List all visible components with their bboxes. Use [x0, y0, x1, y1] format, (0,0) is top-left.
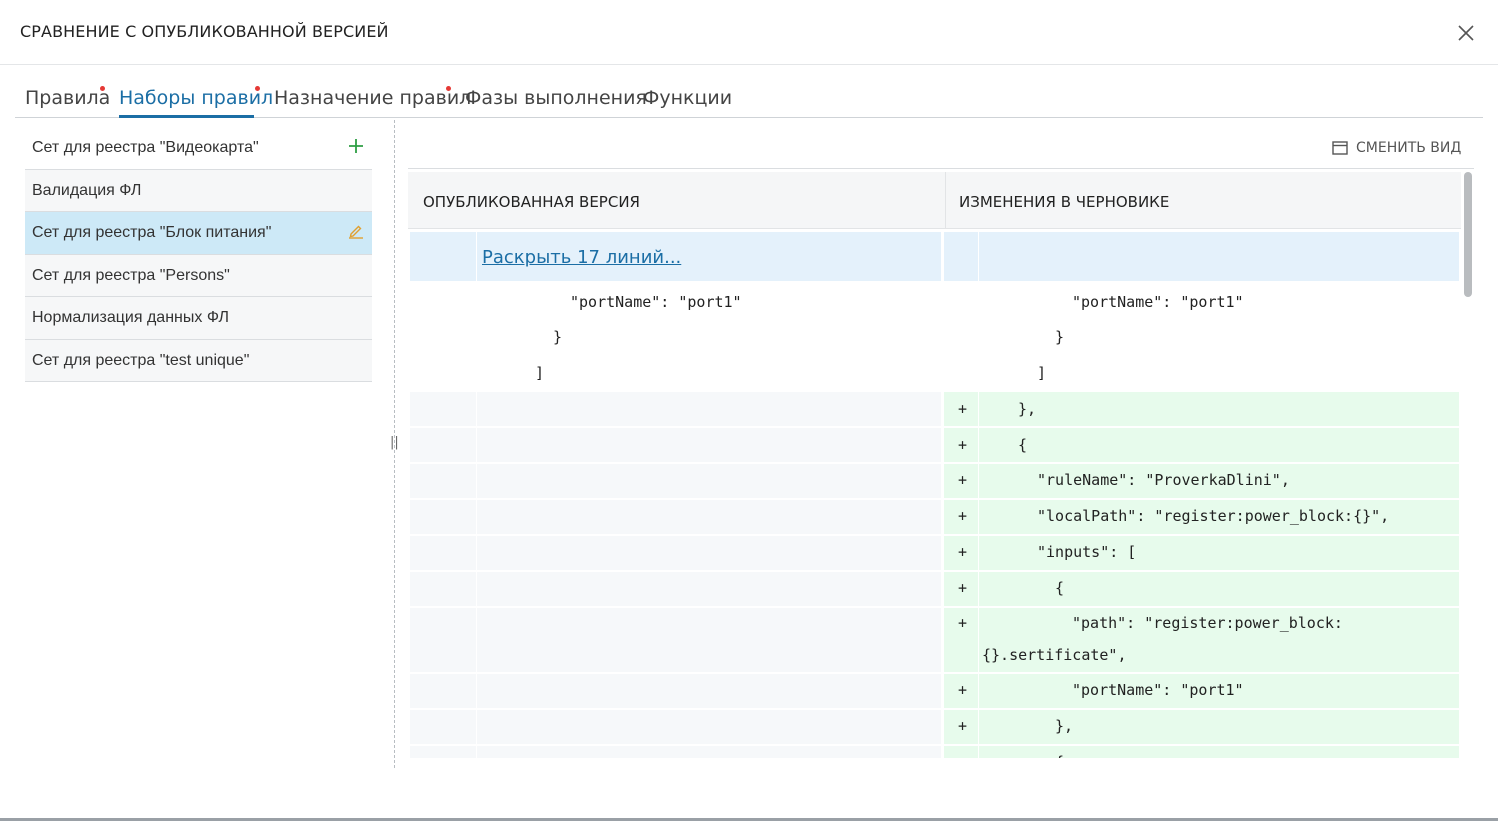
added-line-row: {: [410, 746, 1459, 758]
rule-set-item[interactable]: Сет для реестра "Видеокарта": [25, 127, 372, 170]
line-number-cell: [944, 232, 978, 281]
diff-row: "portName": "port1" "portName": "port1": [410, 284, 1459, 320]
added-line-row: + "portName": "port1": [410, 674, 1459, 708]
published-code: ]: [535, 364, 545, 382]
draft-code: ]: [1037, 364, 1047, 382]
draft-code: }: [1055, 328, 1065, 346]
published-code: "portName": "port1": [570, 293, 742, 311]
rule-set-item[interactable]: Нормализация данных ФЛ: [25, 297, 372, 340]
diff-view: ОПУБЛИКОВАННАЯ ВЕРСИЯ ИЗМЕНЕНИЯ В ЧЕРНОВ…: [408, 168, 1474, 758]
added-line-row: + },: [410, 710, 1459, 744]
rule-set-label: Сет для реестра "Persons": [32, 266, 230, 284]
added-marker: +: [958, 400, 968, 418]
added-line-row: + },: [410, 392, 1459, 426]
dialog-title: СРАВНЕНИЕ С ОПУБЛИКОВАННОЙ ВЕРСИЕЙ: [20, 22, 389, 41]
tab-functions[interactable]: Функции: [643, 87, 732, 109]
tab-bar: Правила Наборы правил Назначение правил …: [15, 65, 1483, 118]
rule-set-item[interactable]: Сет для реестра "test unique": [25, 339, 372, 382]
draft-code: },: [1018, 400, 1037, 418]
rule-set-label: Валидация ФЛ: [32, 181, 142, 199]
changed-indicator: [100, 86, 105, 91]
diff-row: ] ]: [410, 356, 1459, 392]
added-line-row: + {: [410, 572, 1459, 606]
rule-set-item[interactable]: Сет для реестра "Persons": [25, 254, 372, 297]
view-layout-icon: [1332, 141, 1348, 155]
added-line-row: + "ruleName": "ProverkaDlini",: [410, 464, 1459, 498]
collapsed-lines-row: Раскрыть 17 линий...: [410, 232, 1459, 281]
rule-set-item[interactable]: Валидация ФЛ: [25, 169, 372, 212]
draft-cell: [979, 232, 1459, 281]
splitter-handle-icon[interactable]: ||: [390, 435, 399, 450]
draft-code: "ruleName": "ProverkaDlini",: [1037, 471, 1290, 489]
draft-code: {: [1018, 436, 1028, 454]
added-marker: +: [958, 471, 968, 489]
added-line-row: + {: [410, 428, 1459, 462]
added-line-row: + "localPath": "register:power_block:{}"…: [410, 500, 1459, 534]
added-marker: +: [958, 436, 968, 454]
draft-code: {: [1055, 579, 1065, 597]
rule-set-label: Нормализация данных ФЛ: [32, 309, 229, 326]
active-tab-underline: [119, 115, 254, 118]
tab-execution-phases[interactable]: Фазы выполнения: [465, 87, 647, 109]
line-number-cell: [410, 232, 476, 281]
compare-dialog: СРАВНЕНИЕ С ОПУБЛИКОВАННОЙ ВЕРСИЕЙ Прави…: [0, 0, 1498, 821]
added-line-row: + "path": "register:power_block: {}.sert…: [410, 608, 1459, 672]
draft-column-header: ИЗМЕНЕНИЯ В ЧЕРНОВИКЕ: [959, 193, 1170, 211]
draft-code: "localPath": "register:power_block:{}",: [1037, 507, 1390, 525]
added-marker: +: [958, 717, 968, 735]
changed-indicator: [446, 86, 451, 91]
added-line-row: + "inputs": [: [410, 536, 1459, 570]
rule-set-list: Сет для реестра "Видеокарта" Валидация Ф…: [25, 127, 372, 382]
added-marker: +: [958, 681, 968, 699]
added-marker: +: [958, 543, 968, 561]
draft-code: {: [1055, 753, 1064, 758]
draft-code: "portName": "port1": [1072, 293, 1244, 311]
draft-code: "inputs": [: [1037, 543, 1137, 561]
changed-indicator: [255, 86, 260, 91]
switch-view-label: СМЕНИТЬ ВИД: [1356, 140, 1462, 156]
rule-set-item-selected[interactable]: Сет для реестра "Блок питания": [25, 212, 372, 255]
published-code: }: [553, 328, 563, 346]
added-marker: +: [958, 579, 968, 597]
diff-row: } }: [410, 320, 1459, 356]
draft-code: "path": "register:power_block:: [1072, 614, 1343, 632]
added-marker: +: [958, 614, 968, 632]
tab-rule-assignment[interactable]: Назначение правил: [274, 87, 471, 109]
edit-icon[interactable]: [348, 223, 364, 244]
draft-code: },: [1055, 717, 1074, 735]
dialog-header: СРАВНЕНИЕ С ОПУБЛИКОВАННОЙ ВЕРСИЕЙ: [0, 0, 1498, 65]
added-marker: +: [958, 507, 968, 525]
tab-rule-sets[interactable]: Наборы правил: [119, 87, 273, 109]
rule-set-label: Сет для реестра "Видеокарта": [32, 139, 259, 156]
expand-lines-link[interactable]: Раскрыть 17 линий...: [482, 247, 681, 268]
tab-rules[interactable]: Правила: [25, 87, 110, 109]
diff-header: ОПУБЛИКОВАННАЯ ВЕРСИЯ ИЗМЕНЕНИЯ В ЧЕРНОВ…: [408, 172, 1461, 229]
draft-code: "portName": "port1": [1072, 681, 1244, 699]
rule-set-label: Сет для реестра "test unique": [32, 351, 250, 369]
diff-scrollbar[interactable]: [1464, 172, 1472, 297]
plus-icon[interactable]: [348, 138, 364, 159]
draft-code: {}.sertificate",: [982, 646, 1127, 664]
published-column-header: ОПУБЛИКОВАННАЯ ВЕРСИЯ: [423, 193, 640, 211]
rule-set-label: Сет для реестра "Блок питания": [32, 224, 272, 241]
column-divider: [945, 172, 946, 229]
close-icon[interactable]: [1454, 21, 1478, 45]
